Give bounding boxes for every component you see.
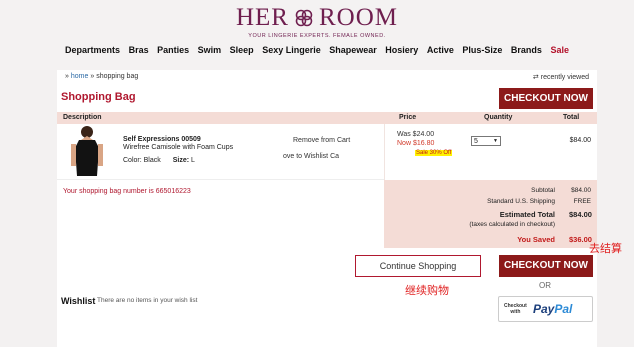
annotation-continue: 继续购物: [405, 285, 449, 297]
price-quantity-cell: Was $24.00 Now $16.80 Sale 30% Off 5 ▼ $…: [384, 124, 597, 180]
nav-active[interactable]: Active: [427, 45, 454, 55]
paypal-with-word: with: [510, 309, 521, 315]
bag-number-value: 665016223: [155, 188, 191, 195]
move-to-wishlist-link[interactable]: ove to Wishlist Ca: [283, 153, 339, 160]
nav-sleep[interactable]: Sleep: [230, 45, 254, 55]
logo-knot-icon: [293, 7, 315, 29]
remove-from-cart-link[interactable]: Remove from Cart: [293, 137, 350, 144]
breadcrumb: » home » shopping bag: [65, 73, 138, 80]
main-nav: Departments Bras Panties Swim Sleep Sexy…: [0, 45, 634, 55]
was-price: Was $24.00: [397, 131, 435, 138]
checkout-button-top[interactable]: CHECKOUT NOW: [499, 88, 593, 109]
paypal-checkout-button[interactable]: Checkout with PayPal: [498, 296, 593, 322]
shipping-value: FREE: [573, 198, 591, 205]
bag-number-text: Your shopping bag number is: [63, 188, 156, 195]
nav-hosiery[interactable]: Hosiery: [385, 45, 418, 55]
recently-viewed-label: recently viewed: [540, 74, 589, 81]
paypal-pal: Pal: [554, 302, 573, 316]
product-image[interactable]: [67, 126, 107, 178]
logo-text-room: ROOM: [318, 4, 398, 31]
header-quantity: Quantity: [484, 114, 513, 121]
estimated-total-value: $84.00: [569, 210, 592, 219]
nav-sexy-lingerie[interactable]: Sexy Lingerie: [262, 45, 321, 55]
subtotal-label: Subtotal: [531, 187, 555, 194]
page-title: Shopping Bag: [61, 91, 136, 103]
header-description: Description: [63, 114, 102, 121]
header-price: Price: [399, 114, 417, 121]
breadcrumb-sep: »: [90, 73, 95, 80]
checkout-button-bottom[interactable]: CHECKOUT NOW: [499, 255, 593, 277]
paypal-pay: Pay: [533, 302, 555, 316]
breadcrumb-current: shopping bag: [96, 73, 139, 80]
breadcrumb-home-link[interactable]: home: [71, 73, 89, 80]
color-label: Color:: [123, 157, 142, 164]
annotation-checkout: 去结算: [589, 243, 622, 255]
subtotal-value: $84.00: [571, 187, 591, 194]
bag-number: Your shopping bag number is 665016223: [63, 188, 191, 195]
continue-shopping-button[interactable]: Continue Shopping: [355, 255, 481, 277]
nav-bras[interactable]: Bras: [129, 45, 149, 55]
line-total: $84.00: [569, 137, 591, 144]
product-name[interactable]: Self Expressions 00509: [123, 136, 201, 143]
quantity-value: 5: [474, 137, 478, 145]
recently-viewed-icon: ⇄: [532, 74, 539, 81]
nav-shapewear[interactable]: Shapewear: [329, 45, 377, 55]
size-label: Size:: [172, 157, 190, 164]
you-saved-value: $36.00: [569, 235, 592, 244]
order-summary: Subtotal $84.00 Standard U.S. Shipping F…: [384, 180, 597, 248]
paypal-logo: PayPal: [533, 302, 572, 316]
nav-departments[interactable]: Departments: [65, 45, 120, 55]
site-header: HER ROOM YOUR LINGERIE EXPERTS. FEMALE O…: [0, 0, 634, 70]
header-total: Total: [563, 114, 580, 121]
nav-panties[interactable]: Panties: [157, 45, 189, 55]
breadcrumb-sep: »: [65, 73, 69, 80]
now-price: Now $16.80: [397, 140, 435, 147]
nav-sale[interactable]: Sale: [550, 45, 569, 55]
color-value: Black: [143, 157, 161, 164]
shipping-label: Standard U.S. Shipping: [487, 198, 555, 205]
cart-content: » home » shopping bag ⇄ recently viewed …: [57, 70, 597, 347]
site-logo[interactable]: HER ROOM YOUR LINGERIE EXPERTS. FEMALE O…: [0, 4, 634, 39]
paypal-small-text: Checkout with: [504, 303, 527, 315]
nav-plus-size[interactable]: Plus-Size: [462, 45, 502, 55]
logo-text-her: HER: [235, 4, 289, 31]
cart-table-header: Description Price Quantity Total: [57, 112, 597, 124]
quantity-select[interactable]: 5 ▼: [471, 136, 501, 146]
sale-badge: Sale 30% Off: [415, 150, 453, 156]
tax-note: (taxes calculated in checkout): [469, 221, 555, 228]
product-attributes: Color: Black Size: L: [123, 157, 195, 164]
nav-brands[interactable]: Brands: [511, 45, 542, 55]
chevron-down-icon: ▼: [493, 138, 498, 144]
nav-swim[interactable]: Swim: [198, 45, 222, 55]
recently-viewed-link[interactable]: ⇄ recently viewed: [533, 73, 589, 81]
product-description: Wirefree Camisole with Foam Cups: [123, 144, 234, 151]
or-separator: OR: [539, 281, 551, 290]
you-saved-label: You Saved: [517, 235, 555, 244]
estimated-total-label: Estimated Total: [499, 210, 555, 219]
logo-tagline: YOUR LINGERIE EXPERTS. FEMALE OWNED.: [248, 33, 386, 39]
wishlist-title: Wishlist: [61, 296, 96, 306]
size-value: L: [191, 157, 195, 164]
wishlist-empty-text: There are no items in your wish list: [97, 297, 198, 304]
